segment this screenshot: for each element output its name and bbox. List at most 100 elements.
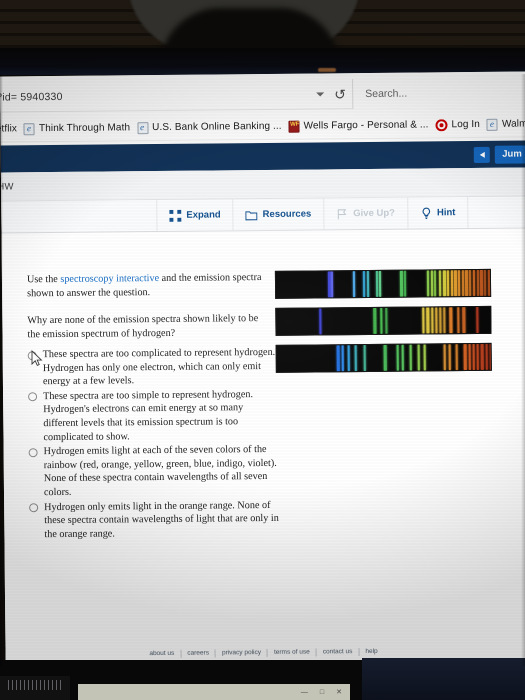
give-up-button[interactable]: Give Up? [324,197,409,230]
close-icon[interactable]: ✕ [336,689,342,696]
left-arrow-icon[interactable] [474,146,491,163]
lightbulb-icon [422,207,430,219]
radio-button[interactable] [28,392,38,402]
spectral-line [487,269,491,296]
spectral-line [434,270,437,297]
monitor-top-bezel [0,48,525,75]
spectral-line [404,270,407,297]
monitor-photo: p?id= 5940330 ↻ Search... Netflix Think … [0,0,525,700]
maximize-icon[interactable]: □ [320,689,324,696]
spectral-line [480,269,483,296]
bookmark-label: Think Through Math [38,122,131,135]
answer-option-1[interactable]: These spectra are too complicated to rep… [27,346,278,389]
bookmark-walmart[interactable]: Walmart [486,118,525,131]
spectral-line [380,307,383,334]
url-text: p?id= 5940330 [0,90,63,104]
expand-label: Expand [186,209,221,221]
search-placeholder: Search... [365,87,408,100]
toolbar-spacer [0,200,158,233]
minimize-icon[interactable]: — [301,689,308,696]
spectral-line [457,307,460,334]
bookmark-log-in[interactable]: Log In [435,118,480,130]
background-window-titlebar: — □ ✕ [78,684,350,700]
spectral-line [426,307,430,334]
hint-button[interactable]: Hint [407,197,469,229]
bookmark-label: Wells Fargo - Personal & ... [303,119,429,132]
emission-spectrum-1 [274,268,492,299]
spectral-line [483,269,487,296]
bookmark-us-bank[interactable]: U.S. Bank Online Banking ... [137,120,282,134]
resources-button[interactable]: Resources [233,198,325,231]
footer-link-terms-of-use[interactable]: terms of use [267,648,317,657]
answer-option-label: These spectra are too simple to represen… [43,388,254,443]
spectral-line [454,270,457,297]
chevron-down-icon[interactable] [316,91,325,96]
spectral-line [347,345,351,372]
expand-button[interactable]: Expand [157,199,234,232]
folder-icon [245,210,258,220]
spectral-line [423,344,426,371]
reload-icon[interactable]: ↻ [334,86,346,102]
wells-fargo-favicon [288,120,300,133]
answer-option-label: Hydrogen only emits light in the orange … [44,499,279,540]
search-input[interactable]: Search... [352,76,525,109]
footer-link-privacy-policy[interactable]: privacy policy [215,648,269,658]
spectral-line [485,343,488,370]
radio-button[interactable] [28,447,38,457]
spectral-line [438,270,441,297]
spectral-line [400,270,404,297]
spectral-line [375,270,378,297]
answer-option-4[interactable]: Hydrogen only emits light in the orange … [29,498,279,541]
spectral-line [480,343,484,370]
spectral-line [336,345,340,372]
footer-link-careers[interactable]: careers [181,649,217,658]
spectral-line [476,306,479,333]
answer-option-label: These spectra are too complicated to rep… [42,346,276,388]
spectral-line [373,307,377,334]
expand-icon [169,209,182,222]
spectral-line [463,344,467,371]
bookmark-label: Log In [451,118,480,131]
bookmark-think-through-math[interactable]: Think Through Math [23,122,131,135]
footer-link-contact-us[interactable]: contact us [316,648,360,657]
spectral-line [468,344,471,371]
footer-link-help[interactable]: help [359,648,383,656]
spectral-line [385,307,388,334]
spectral-line [439,307,442,334]
spectral-line [489,343,492,370]
spectral-line [409,344,412,371]
spectral-line [443,270,447,297]
spectral-line [450,270,454,297]
footer-link-about-us[interactable]: about us [143,649,182,659]
browser-address-bar[interactable]: p?id= 5940330 ↻ Search... [0,76,525,113]
question-text-block: Use the spectroscopy interactive and the… [27,271,273,342]
spectral-line [417,344,421,371]
spectral-line [363,345,366,372]
spectral-line [443,307,446,334]
spectral-line [426,270,430,297]
spectral-line [461,270,464,297]
page-favicon [486,118,498,131]
bookmarks-bar: Netflix Think Through Math U.S. Bank Onl… [0,111,525,143]
emission-spectrum-2 [275,305,492,336]
spectral-line [435,307,438,334]
answer-option-3[interactable]: Hydrogen emits light at each of the seve… [28,443,280,500]
spectroscopy-interactive-link[interactable]: spectroscopy interactive [60,273,159,285]
radio-button[interactable] [29,503,39,513]
answer-options: These spectra are too complicated to rep… [27,346,280,543]
spectral-line [430,270,434,297]
spectral-line [457,270,461,297]
spectral-line [455,344,458,371]
mouse-cursor [31,350,43,367]
bookmark-wells-fargo[interactable]: Wells Fargo - Personal & ... [288,119,429,133]
spectral-line [379,270,382,297]
spectral-line [331,271,333,298]
spectral-line [476,269,479,296]
browser-window: p?id= 5940330 ↻ Search... Netflix Think … [0,71,525,669]
spectral-line [465,270,469,297]
spectral-line [421,307,425,334]
answer-option-2[interactable]: These spectra are too simple to represen… [28,388,279,445]
emission-spectrum-3 [275,342,492,373]
spectral-line [472,343,476,370]
hint-label: Hint [436,207,456,219]
